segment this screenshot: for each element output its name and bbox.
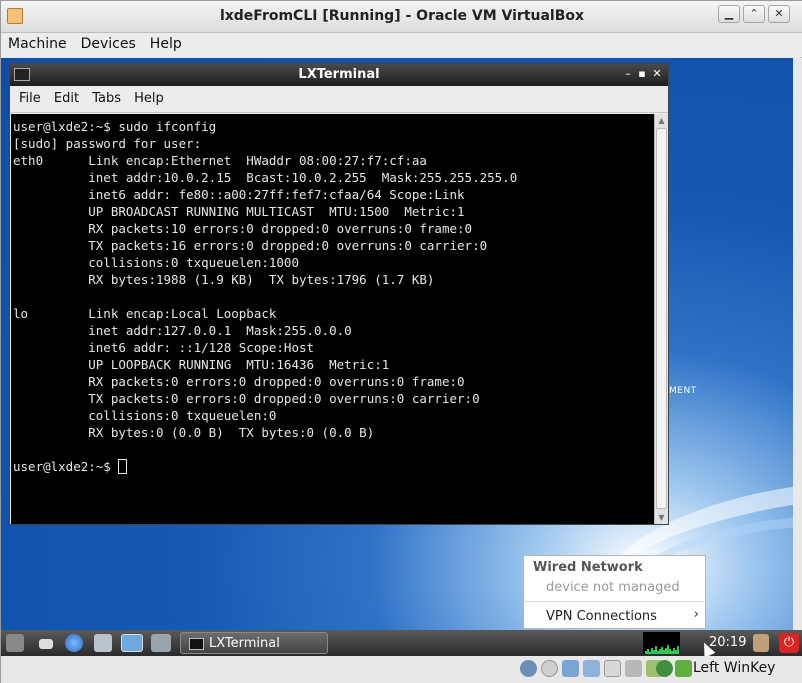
menu-machine[interactable]: Machine	[1, 33, 74, 52]
terminal-menu-help[interactable]: Help	[125, 91, 164, 106]
scroll-up-arrow-icon[interactable]: ▲	[655, 114, 668, 127]
taskbar-task-lxterminal[interactable]: LXTerminal	[180, 632, 328, 654]
terminal-title: LXTerminal	[298, 67, 380, 82]
terminal-maximize-button[interactable]: ▪	[635, 67, 649, 80]
terminal-menu-edit[interactable]: Edit	[45, 91, 79, 106]
terminal-menubar: File Edit Tabs Help	[10, 86, 668, 113]
lxde-menu-icon[interactable]	[6, 634, 24, 652]
power-icon[interactable]: ⏻	[779, 633, 799, 653]
shared-folder-icon[interactable]	[604, 660, 621, 677]
lock-screen-icon[interactable]	[753, 634, 769, 652]
network-adapter-icon[interactable]	[583, 660, 600, 677]
scroll-down-arrow-icon[interactable]: ▼	[655, 511, 668, 524]
chevron-right-icon: ›	[693, 607, 699, 622]
lxde-panel: LXTerminal 20:19 ⏻	[1, 630, 802, 656]
guest-desktop: MENT LXTerminal – ▪ ✕ File Edit Tabs Hel…	[1, 58, 802, 656]
terminal-icon	[189, 638, 204, 650]
guest-edge	[793, 58, 802, 656]
host-key-icon[interactable]	[675, 660, 692, 677]
scrollbar-thumb[interactable]	[656, 128, 667, 509]
maximize-button[interactable]: ⌃	[743, 5, 765, 23]
harddisk-icon[interactable]	[520, 660, 537, 677]
file-manager-icon[interactable]	[39, 639, 53, 649]
optical-drive-icon[interactable]	[541, 660, 558, 677]
host-key-label: Left WinKey	[693, 660, 776, 676]
network-popup-menu: Wired Network device not managed VPN Con…	[523, 555, 706, 629]
close-button[interactable]: ✕	[768, 5, 790, 23]
desktop-icon[interactable]	[121, 634, 143, 652]
vpn-connections-item[interactable]: VPN Connections	[546, 609, 657, 624]
minimize-button[interactable]: ▁	[718, 5, 740, 23]
host-titlebar: lxdeFromCLI [Running] - Oracle VM Virtua…	[1, 1, 802, 33]
windows-icon[interactable]	[94, 634, 112, 652]
menu-divider	[525, 601, 704, 602]
terminal-scrollbar[interactable]: ▲ ▼	[654, 114, 668, 524]
virtualbox-window: lxdeFromCLI [Running] - Oracle VM Virtua…	[0, 0, 802, 683]
terminal-close-button[interactable]: ✕	[650, 67, 664, 80]
terminal-text: user@lxde2:~$ sudo ifconfig [sudo] passw…	[13, 119, 518, 474]
browser-globe-icon[interactable]	[65, 634, 83, 652]
clock[interactable]: 20:19	[709, 635, 746, 650]
workspace-icon[interactable]	[151, 634, 171, 652]
host-statusbar: Left WinKey	[1, 656, 802, 683]
graph-bar	[677, 646, 679, 654]
terminal-output[interactable]: user@lxde2:~$ sudo ifconfig [sudo] passw…	[11, 114, 654, 524]
terminal-menu-tabs[interactable]: Tabs	[83, 91, 121, 106]
network-status-text: device not managed	[546, 580, 680, 595]
lxterminal-window: LXTerminal – ▪ ✕ File Edit Tabs Help use…	[9, 63, 669, 525]
terminal-menu-file[interactable]: File	[10, 91, 41, 106]
video-capture-icon[interactable]	[625, 660, 642, 677]
menu-help[interactable]: Help	[143, 33, 189, 52]
terminal-titlebar: LXTerminal – ▪ ✕	[10, 64, 668, 86]
host-menubar: Machine Devices Help	[1, 33, 802, 57]
terminal-minimize-button[interactable]: –	[621, 67, 635, 80]
task-label: LXTerminal	[209, 636, 280, 651]
network-popup-header: Wired Network	[533, 560, 643, 575]
mouse-integration-icon[interactable]	[656, 660, 673, 677]
wallpaper-text: MENT	[669, 386, 697, 396]
host-window-title: lxdeFromCLI [Running] - Oracle VM Virtua…	[219, 8, 585, 24]
menu-devices[interactable]: Devices	[74, 33, 143, 52]
network-monitor-graph[interactable]	[643, 632, 680, 654]
terminal-cursor	[118, 459, 128, 474]
usb-icon[interactable]	[562, 660, 579, 677]
